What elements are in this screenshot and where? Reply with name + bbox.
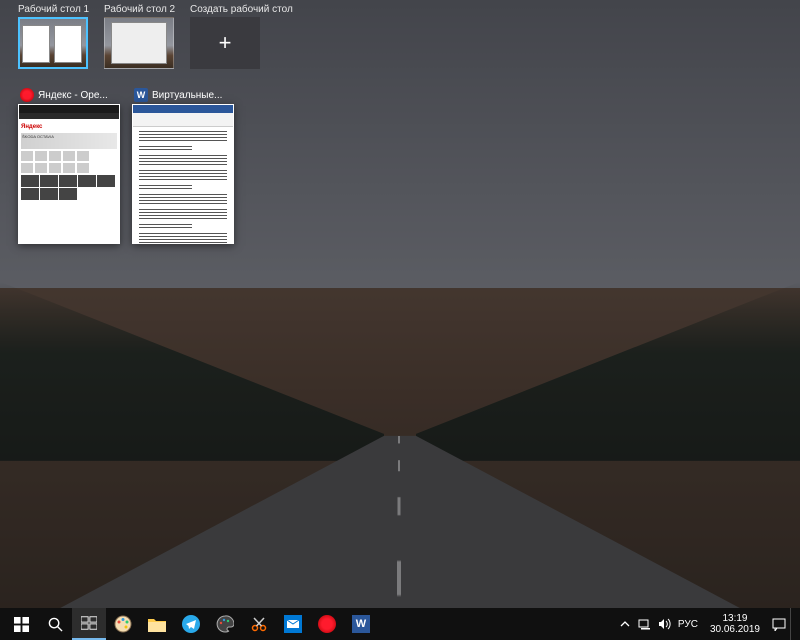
mail-icon: [284, 615, 302, 633]
window-thumbnail-title: Виртуальные...: [152, 90, 232, 101]
system-tray: РУС 13:19 30.06.2019: [614, 613, 790, 635]
yandex-logo: Яндекс: [21, 124, 117, 130]
taskview-icon: [81, 616, 97, 630]
word-icon: W: [134, 88, 148, 102]
task-view-button[interactable]: [72, 608, 106, 640]
search-icon: [48, 617, 63, 632]
scissors-icon: [251, 616, 267, 632]
tray-notifications-icon[interactable]: [772, 617, 786, 631]
tray-volume-icon[interactable]: [658, 617, 672, 631]
tray-language-indicator[interactable]: РУС: [678, 619, 698, 630]
window-thumbnail-opera[interactable]: Яндекс - Ope... Яндекс ŠKODA OCTAVIA: [18, 86, 120, 244]
plus-icon: +: [190, 17, 260, 69]
taskbar: W РУС 13:19 30.06.2019: [0, 608, 800, 640]
palette-icon: [216, 615, 234, 633]
virtual-desktop-label: Рабочий стол 1: [18, 4, 88, 15]
taskbar-app-explorer[interactable]: [140, 608, 174, 640]
taskbar-app-telegram[interactable]: [174, 608, 208, 640]
virtual-desktop-2[interactable]: Рабочий стол 2: [104, 4, 174, 69]
new-virtual-desktop-label: Создать рабочий стол: [190, 4, 293, 15]
taskbar-app-snip[interactable]: [242, 608, 276, 640]
virtual-desktop-label: Рабочий стол 2: [104, 4, 174, 15]
taskbar-app-mail[interactable]: [276, 608, 310, 640]
new-virtual-desktop[interactable]: Создать рабочий стол +: [190, 4, 293, 69]
tray-time: 13:19: [710, 613, 760, 624]
tray-chevron-up-icon[interactable]: [618, 617, 632, 631]
paint-icon: [114, 615, 132, 633]
start-button[interactable]: [4, 608, 38, 640]
open-windows-row: Яндекс - Ope... Яндекс ŠKODA OCTAVIA W В…: [18, 86, 234, 244]
tray-date: 30.06.2019: [710, 624, 760, 635]
search-button[interactable]: [38, 608, 72, 640]
word-icon: W: [352, 615, 370, 633]
window-thumbnail-preview: Яндекс ŠKODA OCTAVIA: [18, 104, 120, 244]
taskbar-app-word[interactable]: W: [344, 608, 378, 640]
show-desktop-button[interactable]: [790, 608, 796, 640]
windows-icon: [14, 617, 29, 632]
tray-network-icon[interactable]: [638, 617, 652, 631]
window-thumbnail-preview: [132, 104, 234, 244]
window-thumbnail-title: Яндекс - Ope...: [38, 90, 118, 101]
window-thumbnail-header: Яндекс - Ope...: [18, 86, 120, 104]
ad-banner: ŠKODA OCTAVIA: [21, 133, 117, 149]
taskbar-app-palette[interactable]: [208, 608, 242, 640]
taskbar-app-opera[interactable]: [310, 608, 344, 640]
virtual-desktop-1[interactable]: Рабочий стол 1: [18, 4, 88, 69]
virtual-desktop-thumb: [104, 17, 174, 69]
folder-icon: [148, 617, 166, 632]
window-thumbnail-word[interactable]: W Виртуальные...: [132, 86, 234, 244]
virtual-desktops-strip: Рабочий стол 1 Рабочий стол 2 Создать ра…: [0, 0, 800, 78]
taskbar-app-paint[interactable]: [106, 608, 140, 640]
window-thumbnail-header: W Виртуальные...: [132, 86, 234, 104]
virtual-desktop-thumb: [18, 17, 88, 69]
telegram-icon: [182, 615, 200, 633]
tray-clock[interactable]: 13:19 30.06.2019: [704, 613, 766, 635]
opera-icon: [318, 615, 336, 633]
opera-icon: [20, 88, 34, 102]
